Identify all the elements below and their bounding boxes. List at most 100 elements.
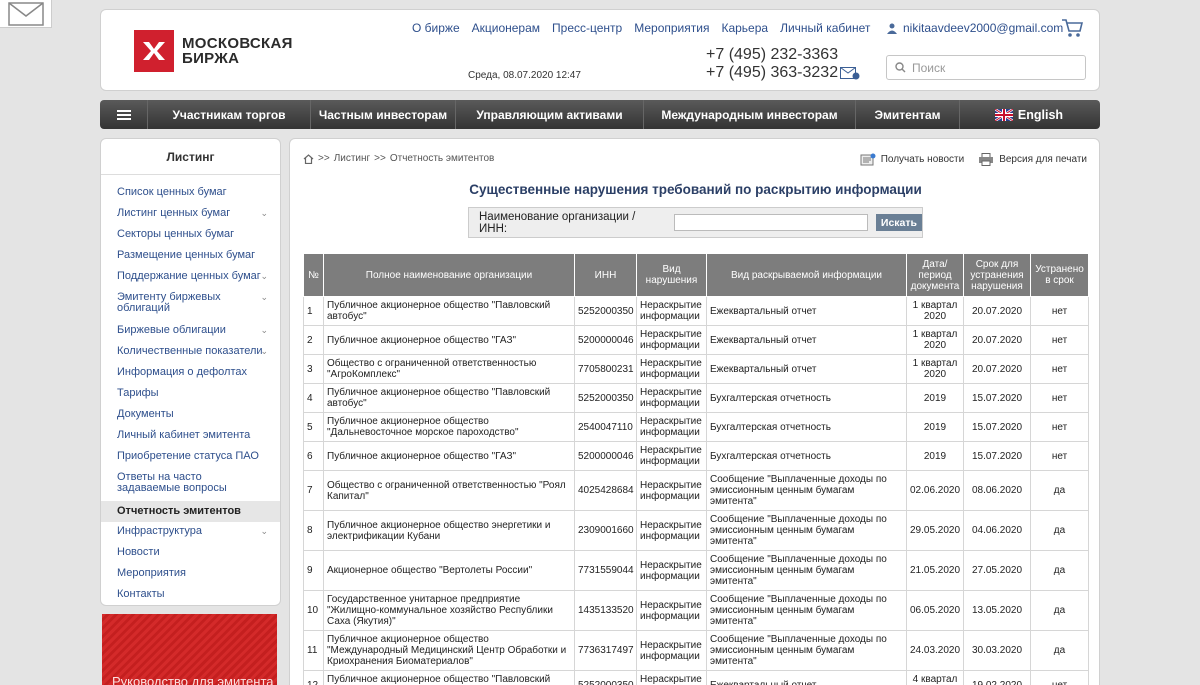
cell-info-type: Сообщение "Выплаченные доходы по эмиссио… [706,630,907,671]
sidebar-item[interactable]: Биржевые облигации ⌄ [101,321,280,342]
cell-date: 2019 [906,441,964,471]
mainnav-private-investors[interactable]: Частным инвесторам [311,100,456,129]
uk-flag-icon [994,108,1013,121]
col-number: № [303,253,324,297]
cell-fixed: нет [1030,412,1089,442]
sidebar-item-label: Биржевые облигации [117,324,226,336]
sidebar-item[interactable]: Поддержание ценных бумаг ⌄ [101,267,280,288]
cell-inn: 7736317497 [574,630,637,671]
mainnav-issuers[interactable]: Эмитентам [856,100,960,129]
sidebar-item[interactable]: Тарифы [101,384,280,405]
sidebar-item[interactable]: Ответы на часто задаваемые вопросы [101,468,280,501]
cell-date: 4 квартал 2019 [906,670,964,685]
chevron-down-icon[interactable]: ⌄ [260,271,268,282]
table-row: 11 Публичное акционерное общество "Междун… [303,630,1089,671]
promo-text: Руководство для эмитента [112,674,274,685]
topnav-about[interactable]: О бирже [412,21,460,35]
cell-org-name: Акционерное общество "Вертолеты России" [323,550,575,591]
table-row: 4 Публичное акционерное общество "Павловс… [303,383,1089,413]
topnav-press[interactable]: Пресс-центр [552,21,622,35]
table-row: 2 Публичное акционерное общество "ГАЗ" 520… [303,325,1089,355]
chevron-down-icon[interactable]: ⌄ [260,208,268,219]
sidebar-item[interactable]: Отчетность эмитентов [101,501,280,522]
mainnav-asset-managers[interactable]: Управляющим активами [456,100,644,129]
issuer-guide-banner[interactable]: Руководство для эмитента [102,614,277,685]
topnav-career[interactable]: Карьера [721,21,768,35]
sidebar-item[interactable]: Новости [101,543,280,564]
sidebar-item-label: Размещение ценных бумаг [117,249,256,261]
sidebar-item-label: Приобретение статуса ПАО [117,450,259,462]
mainnav-traders[interactable]: Участникам торгов [148,100,311,129]
table-row: 6 Публичное акционерное общество "ГАЗ" 520… [303,441,1089,471]
sidebar-item[interactable]: Контакты [101,585,280,605]
cell-info-type: Сообщение "Выплаченные доходы по эмиссио… [706,550,907,591]
sidebar-item[interactable]: Инфраструктура ⌄ [101,522,280,543]
sidebar-item[interactable]: Количественные показатели ⌄ [101,342,280,363]
menu-icon[interactable] [100,100,148,129]
cell-inn: 2540047110 [574,412,637,442]
email-envelope-icon[interactable] [840,67,860,83]
sidebar-item[interactable]: Информация о дефолтах [101,363,280,384]
table-row: 10 Государственное унитарное предприятие … [303,590,1089,631]
col-violation-type: Вид нарушения [636,253,707,297]
chevron-down-icon[interactable]: ⌄ [260,346,268,357]
cell-org-name: Публичное акционерное общество "Дальнево… [323,412,575,442]
sidebar-item-label: Мероприятия [117,567,186,579]
search-input[interactable] [912,60,1072,75]
print-version-link[interactable]: Версия для печати [978,153,1087,166]
cell-fixed: да [1030,630,1089,671]
subscribe-label: Получать новости [880,154,965,165]
newspaper-icon [860,153,876,166]
site-header: МОСКОВСКАЯ БИРЖА О бирже Акционерам Прес… [100,9,1100,91]
cell-info-type: Бухгалтерская отчетность [706,383,907,413]
cell-inn: 5252000350 [574,670,637,685]
crumb-listing[interactable]: Листинг [334,153,370,164]
chevron-down-icon[interactable]: ⌄ [260,292,268,303]
sidebar-item-label: Личный кабинет эмитента [117,429,251,441]
main-content: >> Листинг >> Отчетность эмитентов Получ… [289,138,1100,685]
sidebar-item-label: Листинг ценных бумаг [117,207,231,219]
sidebar-item[interactable]: Приобретение статуса ПАО [101,447,280,468]
sidebar-item[interactable]: Мероприятия [101,564,280,585]
lang-switch[interactable]: English [960,100,1098,129]
table-header-row: № Полное наименование организации ИНН Ви… [303,253,1089,297]
cell-inn: 2309001660 [574,510,637,551]
sidebar-item[interactable]: Список ценных бумаг [101,183,280,204]
search-button[interactable]: Искать [875,214,922,231]
col-org-name: Полное наименование организации [323,253,575,297]
sidebar-item[interactable]: Личный кабинет эмитента [101,426,280,447]
topnav-account[interactable]: Личный кабинет [780,21,870,35]
cell-inn: 5252000350 [574,296,637,326]
sidebar-item[interactable]: Секторы ценных бумаг [101,225,280,246]
cell-date: 21.05.2020 [906,550,964,591]
sidebar-item-label: Инфраструктура [117,525,203,537]
cell-number: 11 [303,630,324,671]
cell-date: 1 квартал 2020 [906,296,964,326]
col-fixed: Устранено в срок [1030,253,1089,297]
chevron-down-icon[interactable]: ⌄ [260,325,268,336]
cell-number: 6 [303,441,324,471]
sidebar-item[interactable]: Листинг ценных бумаг ⌄ [101,204,280,225]
mainnav-international[interactable]: Международным инвесторам [644,100,856,129]
sidebar-item[interactable]: Документы [101,405,280,426]
user-account[interactable]: nikitaavdeev2000@gmail.com [887,21,1063,35]
cart-icon[interactable] [1061,18,1084,41]
home-icon[interactable] [303,153,314,164]
sidebar-item-label: Ответы на часто задаваемые вопросы [117,471,227,494]
cell-org-name: Публичное акционерное общество "ГАЗ" [323,325,575,355]
filter-label: Наименование организации / ИНН: [479,210,636,235]
chevron-down-icon[interactable]: ⌄ [260,526,268,537]
sidebar-item[interactable]: Размещение ценных бумаг [101,246,280,267]
topnav-shareholders[interactable]: Акционерам [472,21,540,35]
subscribe-news-link[interactable]: Получать новости [860,153,965,166]
sidebar-item-label: Секторы ценных бумаг [117,228,235,240]
sidebar-item[interactable]: Эмитенту биржевых облигаций ⌄ [101,288,280,321]
top-nav: О бирже Акционерам Пресс-центр Мероприят… [412,21,870,35]
mail-icon[interactable] [0,0,52,28]
moex-logo[interactable]: МОСКОВСКАЯ БИРЖА [134,30,293,72]
lang-label: English [1017,107,1064,122]
cell-fixed: нет [1030,441,1089,471]
org-inn-input[interactable] [674,214,868,231]
topnav-events[interactable]: Мероприятия [634,21,709,35]
cell-org-name: Публичное акционерное общество "Павловск… [323,670,575,685]
